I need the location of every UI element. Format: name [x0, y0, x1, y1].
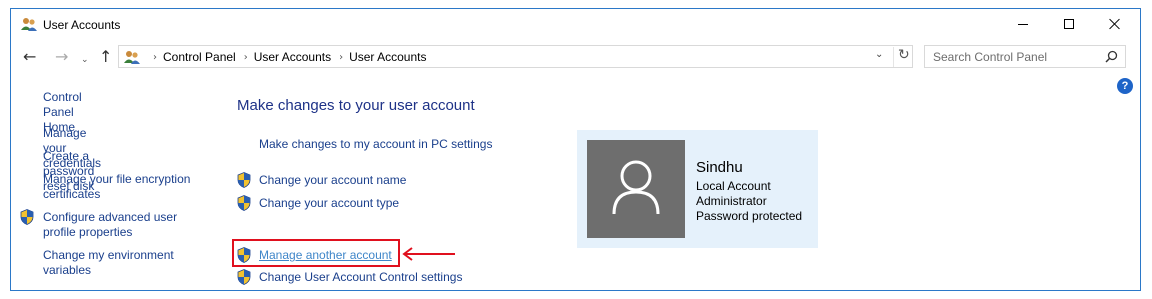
back-arrow-icon[interactable]: ← [23, 47, 36, 67]
search-box[interactable]: Search Control Panel [924, 45, 1126, 68]
breadcrumb-user-accounts[interactable]: User Accounts [254, 50, 331, 64]
breadcrumb-chevron-icon[interactable]: › [339, 52, 343, 63]
user-silhouette-icon [612, 160, 660, 215]
user-accounts-app-icon [21, 18, 37, 31]
sidebar-item-file-encryption-certificates[interactable]: Manage your file encryption certificates [43, 172, 213, 202]
breadcrumb: › Control Panel › User Accounts › User A… [145, 50, 426, 64]
close-button[interactable] [1092, 9, 1138, 39]
user-accounts-location-icon [124, 51, 140, 64]
sidebar-item-advanced-user-profile[interactable]: Configure advanced user profile properti… [43, 210, 193, 240]
maximize-button[interactable] [1046, 9, 1092, 39]
search-input[interactable]: Search Control Panel [933, 50, 1047, 64]
recent-locations-chevron-icon[interactable]: ⌄ [81, 50, 89, 70]
manage-another-account-link[interactable]: Manage another account [259, 248, 392, 262]
close-icon [1109, 18, 1121, 30]
window-title: User Accounts [43, 18, 121, 32]
minimize-button[interactable] [1000, 9, 1046, 39]
account-type: Administrator [696, 194, 767, 208]
search-icon[interactable] [1105, 50, 1118, 63]
sidebar-item-environment-variables[interactable]: Change my environment variables [43, 248, 193, 278]
user-card: Sindhu Local Account Administrator Passw… [577, 130, 818, 248]
address-dropdown-icon[interactable]: ⌄ [875, 49, 883, 60]
uac-shield-icon [20, 209, 34, 225]
uac-shield-icon [237, 269, 251, 285]
navigation-bar: ← → ⌄ ↑ › Control Panel › User Accounts … [11, 45, 1140, 69]
account-location: Local Account [696, 179, 771, 193]
uac-settings-link[interactable]: Change User Account Control settings [259, 270, 462, 284]
user-name: Sindhu [696, 159, 743, 176]
change-account-name-link[interactable]: Change your account name [259, 173, 406, 187]
forward-arrow-icon[interactable]: → [55, 47, 68, 67]
pc-settings-link[interactable]: Make changes to my account in PC setting… [259, 137, 492, 151]
breadcrumb-chevron-icon[interactable]: › [153, 52, 157, 63]
help-icon[interactable]: ? [1117, 78, 1133, 94]
refresh-icon[interactable]: ↻ [893, 47, 910, 67]
up-arrow-icon[interactable]: ↑ [99, 47, 112, 67]
user-accounts-window: User Accounts ← → ⌄ ↑ › Control Panel › … [10, 8, 1141, 291]
page-title: Make changes to your user account [237, 97, 475, 114]
red-arrow-icon [402, 247, 455, 261]
uac-shield-icon [237, 172, 251, 188]
maximize-icon [1064, 19, 1074, 29]
minimize-icon [1018, 23, 1028, 25]
address-bar[interactable]: › Control Panel › User Accounts › User A… [118, 45, 913, 68]
uac-shield-icon [237, 247, 251, 263]
uac-shield-icon [237, 195, 251, 211]
avatar [587, 140, 685, 238]
breadcrumb-control-panel[interactable]: Control Panel [163, 50, 236, 64]
breadcrumb-chevron-icon[interactable]: › [244, 52, 248, 63]
password-status: Password protected [696, 209, 803, 223]
change-account-type-link[interactable]: Change your account type [259, 196, 399, 210]
title-bar: User Accounts [11, 9, 1140, 39]
breadcrumb-user-accounts-current[interactable]: User Accounts [349, 50, 426, 64]
